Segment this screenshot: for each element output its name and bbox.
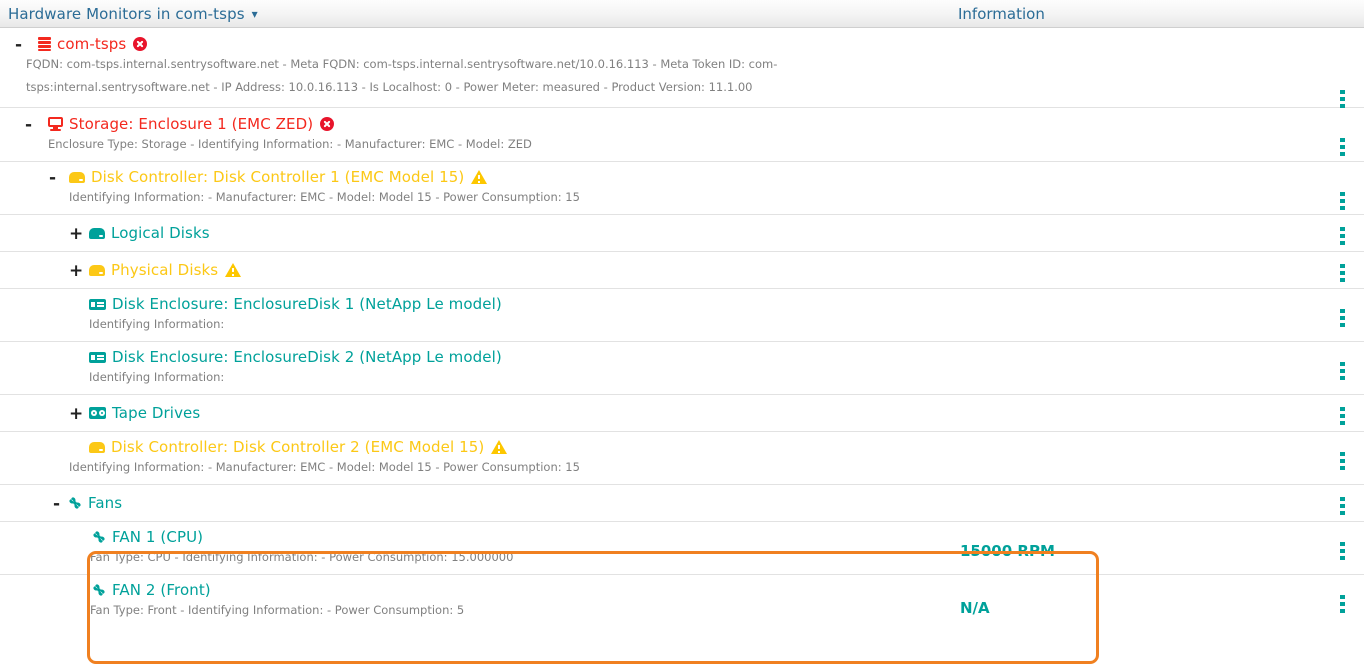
node-label[interactable]: FAN 1 (CPU): [112, 528, 203, 546]
node-detail: Identifying Information: - Manufacturer:…: [69, 186, 1364, 209]
kebab-menu-icon[interactable]: [1340, 407, 1345, 425]
node-label[interactable]: Physical Disks: [111, 261, 218, 279]
expand-toggle-storage[interactable]: -: [22, 118, 35, 132]
table-row[interactable]: - Storage: Enclosure 1 (EMC ZED) Enclosu…: [0, 108, 1364, 162]
status-badge-error: [320, 117, 334, 131]
node-label[interactable]: com-tsps: [57, 35, 126, 53]
node-label[interactable]: Disk Enclosure: EnclosureDisk 2 (NetApp …: [112, 348, 502, 366]
page-title: Hardware Monitors in com-tsps: [8, 5, 245, 23]
expand-toggle-com-tsps[interactable]: -: [12, 38, 25, 52]
table-row[interactable]: + Tape Drives: [0, 395, 1364, 432]
table-row[interactable]: Disk Controller: Disk Controller 2 (EMC …: [0, 432, 1364, 485]
table-row[interactable]: + Logical Disks: [0, 215, 1364, 252]
status-badge-warning: [471, 170, 487, 184]
node-detail: Enclosure Type: Storage - Identifying In…: [48, 133, 1364, 156]
expand-toggle-logical-disks[interactable]: +: [69, 227, 82, 241]
kebab-menu-icon[interactable]: [1340, 452, 1345, 470]
node-detail: Identifying Information: - Manufacturer:…: [69, 456, 1364, 479]
kebab-menu-icon[interactable]: [1340, 90, 1345, 108]
node-label[interactable]: Disk Enclosure: EnclosureDisk 1 (NetApp …: [112, 295, 502, 313]
metric-value: 15000 RPM: [960, 542, 1055, 560]
kebab-menu-icon[interactable]: [1340, 227, 1345, 245]
disk-icon: [89, 228, 105, 239]
table-row[interactable]: FAN 1 (CPU) Fan Type: CPU - Identifying …: [0, 522, 1364, 575]
node-detail: Fan Type: CPU - Identifying Information:…: [90, 546, 1364, 569]
node-label[interactable]: Disk Controller: Disk Controller 1 (EMC …: [91, 168, 464, 186]
table-row[interactable]: + Physical Disks: [0, 252, 1364, 289]
disk-controller-icon: [69, 172, 85, 183]
status-badge-warning: [225, 263, 241, 277]
tape-drive-icon: [89, 407, 106, 419]
disk-enclosure-icon: [89, 352, 106, 363]
node-label[interactable]: Storage: Enclosure 1 (EMC ZED): [69, 115, 313, 133]
node-detail: Identifying Information:: [89, 366, 1364, 389]
node-label[interactable]: Logical Disks: [111, 224, 210, 242]
kebab-menu-icon[interactable]: [1340, 264, 1345, 282]
kebab-menu-icon[interactable]: [1340, 542, 1345, 560]
status-badge-error: [133, 37, 147, 51]
kebab-menu-icon[interactable]: [1340, 309, 1345, 327]
chevron-down-icon[interactable]: ▾: [252, 7, 258, 21]
kebab-menu-icon[interactable]: [1340, 497, 1345, 515]
table-row[interactable]: - Fans: [0, 485, 1364, 522]
kebab-menu-icon[interactable]: [1340, 192, 1345, 210]
hardware-monitor-tree: - com-tsps FQDN: com-tsps.internal.sentr…: [0, 28, 1364, 627]
node-detail: Fan Type: Front - Identifying Informatio…: [90, 599, 1364, 622]
node-label[interactable]: Fans: [88, 494, 122, 512]
node-label[interactable]: Disk Controller: Disk Controller 2 (EMC …: [111, 438, 484, 456]
table-row[interactable]: - Disk Controller: Disk Controller 1 (EM…: [0, 162, 1364, 215]
expand-toggle-tape-drives[interactable]: +: [69, 407, 82, 421]
kebab-menu-icon[interactable]: [1340, 362, 1345, 380]
table-row[interactable]: - com-tsps FQDN: com-tsps.internal.sentr…: [0, 28, 1364, 108]
server-icon: [38, 37, 51, 51]
node-label[interactable]: Tape Drives: [112, 404, 200, 422]
table-row[interactable]: Disk Enclosure: EnclosureDisk 2 (NetApp …: [0, 342, 1364, 395]
table-row[interactable]: Disk Enclosure: EnclosureDisk 1 (NetApp …: [0, 289, 1364, 342]
kebab-menu-icon[interactable]: [1340, 595, 1345, 613]
metric-value: N/A: [960, 599, 990, 617]
node-detail: FQDN: com-tsps.internal.sentrysoftware.n…: [26, 53, 786, 99]
status-badge-warning: [491, 440, 507, 454]
disk-icon: [89, 265, 105, 276]
monitor-icon: [48, 117, 63, 131]
page-title-dropdown[interactable]: Hardware Monitors in com-tsps ▾: [8, 5, 258, 23]
toolbar: Hardware Monitors in com-tsps ▾ Informati…: [0, 0, 1364, 28]
node-detail: Identifying Information:: [89, 313, 1364, 336]
fan-icon: [68, 496, 82, 510]
expand-toggle-fans[interactable]: -: [50, 497, 63, 511]
fan-icon: [92, 530, 106, 544]
disk-enclosure-icon: [89, 299, 106, 310]
kebab-menu-icon[interactable]: [1340, 138, 1345, 156]
expand-toggle-physical-disks[interactable]: +: [69, 264, 82, 278]
fan-icon: [92, 583, 106, 597]
disk-controller-icon: [89, 442, 105, 453]
table-row[interactable]: FAN 2 (Front) Fan Type: Front - Identify…: [0, 575, 1364, 627]
expand-toggle-disk-controller-1[interactable]: -: [46, 171, 59, 185]
column-header-information: Information: [958, 5, 1045, 23]
node-label[interactable]: FAN 2 (Front): [112, 581, 211, 599]
